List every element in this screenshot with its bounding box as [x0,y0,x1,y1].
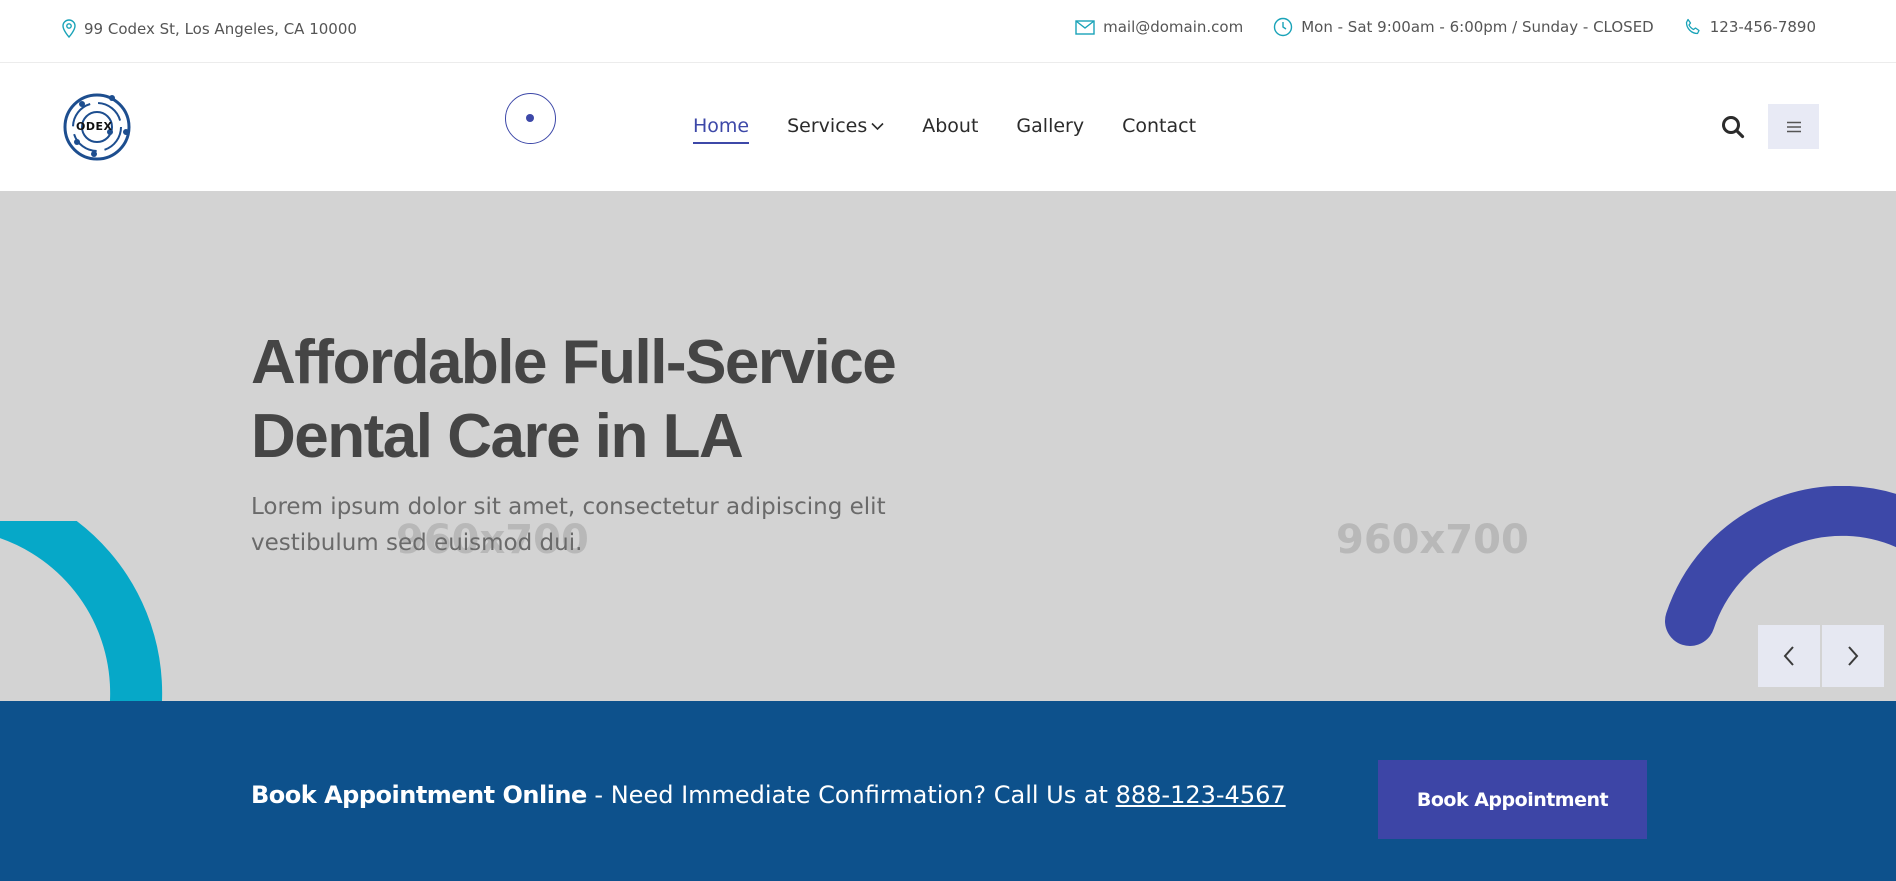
email-link[interactable]: mail@domain.com [1103,18,1243,36]
slider-prev-button[interactable] [1758,625,1820,687]
hero-subtitle: Lorem ipsum dolor sit amet, consectetur … [251,489,971,561]
book-appointment-bar: Book Appointment Online - Need Immediate… [0,701,1896,881]
hamburger-icon [1786,121,1801,132]
book-appointment-text: Book Appointment Online - Need Immediate… [251,781,1286,809]
hero-subtitle-line1: Lorem ipsum dolor sit amet, consectetur … [251,494,886,520]
top-info-bar: 99 Codex St, Los Angeles, CA 10000 mail@… [0,0,1896,63]
chevron-left-icon [1783,646,1794,666]
book-online-lead: Book Appointment Online [251,781,587,809]
nav-about[interactable]: About [922,115,978,141]
main-header: ODEX Home Services About Gallery Contact [0,63,1896,191]
hero-slider: 960x700 960x700 Affordable Full-Service … [0,191,1896,701]
hero-title-line2: Dental Care in LA [251,402,744,471]
phone-link[interactable]: 123-456-7890 [1710,18,1816,36]
hours-item: Mon - Sat 9:00am - 6:00pm / Sunday - CLO… [1273,17,1654,37]
clock-icon [1274,17,1293,37]
image-placeholder-right: 960x700 [1336,517,1529,563]
phone-icon [1685,18,1700,35]
nav-gallery[interactable]: Gallery [1016,115,1084,141]
email-item[interactable]: mail@domain.com [1075,18,1243,36]
hero-title: Affordable Full-Service Dental Care in L… [251,326,971,474]
cursor-dot [526,114,534,122]
decorative-arc-left [0,521,163,701]
nav-services-label: Services [787,115,868,137]
nav-services[interactable]: Services [787,115,884,141]
menu-toggle-button[interactable] [1768,104,1819,149]
address-item: 99 Codex St, Los Angeles, CA 10000 [62,19,357,38]
chevron-down-icon [871,122,884,130]
logo-text: ODEX [76,120,113,133]
book-separator: - [586,781,611,809]
slider-next-button[interactable] [1822,625,1884,687]
site-logo[interactable]: ODEX [62,92,132,162]
address-text: 99 Codex St, Los Angeles, CA 10000 [84,19,357,38]
location-pin-icon [62,19,76,38]
search-icon [1722,116,1745,139]
nav-contact[interactable]: Contact [1122,115,1196,141]
cursor-follower [505,93,556,144]
book-appointment-button[interactable]: Book Appointment [1378,760,1647,839]
chevron-right-icon [1848,646,1859,666]
book-confirm-text: Need Immediate Confirmation? Call Us at [610,781,1116,809]
phone-item[interactable]: 123-456-7890 [1684,18,1816,36]
search-button[interactable] [1720,114,1746,140]
main-nav: Home Services About Gallery Contact [693,115,1196,144]
mail-icon [1075,19,1095,35]
book-phone-link[interactable]: 888-123-4567 [1116,781,1286,809]
hero-subtitle-line2: vestibulum sed euismod dui. [251,530,583,556]
hero-title-line1: Affordable Full-Service [251,328,897,397]
hours-text: Mon - Sat 9:00am - 6:00pm / Sunday - CLO… [1301,18,1654,36]
nav-home[interactable]: Home [693,115,750,144]
